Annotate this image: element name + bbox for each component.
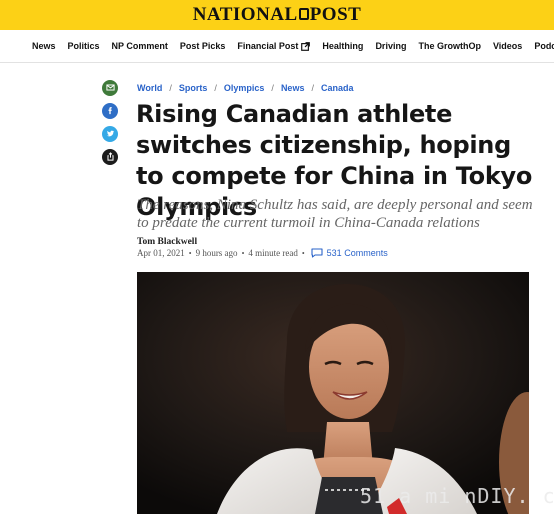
author-name[interactable]: Tom Blackwell (137, 237, 197, 247)
nav-item-financial-post-label: Financial Post (237, 41, 299, 51)
nav-item-np-comment[interactable]: NP Comment (112, 41, 168, 51)
comment-icon (311, 248, 323, 258)
comments-count: 531 Comments (326, 248, 388, 258)
email-share-button[interactable] (102, 80, 118, 96)
breadcrumb-canada[interactable]: Canada (321, 83, 354, 93)
meta-separator: • (188, 248, 192, 258)
article-meta: Apr 01, 2021 • 9 hours ago • 4 minute re… (137, 248, 388, 258)
share-more-button[interactable] (102, 149, 118, 165)
main-navigation: News Politics NP Comment Post Picks Fina… (0, 30, 554, 63)
breadcrumb-separator: / (169, 83, 172, 93)
publish-date: Apr 01, 2021 (137, 248, 185, 258)
email-icon (105, 79, 115, 97)
nav-item-healthing[interactable]: Healthing (322, 41, 363, 51)
share-bar (102, 80, 118, 172)
logo-text-national: NATIONAL (192, 4, 298, 25)
nav-item-financial-post[interactable]: Financial Post (237, 41, 311, 51)
watermark-text: 51 a mi nDIY. co (360, 484, 554, 508)
facebook-icon (106, 102, 115, 120)
nav-item-news[interactable]: News (32, 41, 56, 51)
publish-age: 9 hours ago (195, 248, 238, 258)
meta-separator: • (241, 248, 245, 258)
logo-mark-icon (298, 8, 309, 20)
breadcrumb-separator: / (311, 83, 314, 93)
breadcrumb-world[interactable]: World (137, 83, 162, 93)
nav-item-driving[interactable]: Driving (375, 41, 406, 51)
breadcrumb-separator: / (214, 83, 217, 93)
breadcrumb: World / Sports / Olympics / News / Canad… (137, 83, 353, 93)
comments-link[interactable]: 531 Comments (311, 248, 388, 258)
share-more-icon (106, 148, 115, 166)
read-time: 4 minute read (248, 248, 298, 258)
twitter-share-button[interactable] (102, 126, 118, 142)
nav-item-videos[interactable]: Videos (493, 41, 522, 51)
article-subheadline: The reasons, Nina Schultz has said, are … (137, 197, 533, 231)
breadcrumb-news[interactable]: News (281, 83, 305, 93)
logo-text-post: POST (309, 4, 362, 25)
hero-photo-illustration (137, 272, 529, 514)
external-link-icon (301, 41, 311, 51)
site-header: NATIONAL POST (0, 0, 554, 30)
nav-item-politics[interactable]: Politics (68, 41, 100, 51)
nav-item-post-picks[interactable]: Post Picks (180, 41, 226, 51)
meta-separator: • (301, 248, 305, 258)
breadcrumb-sports[interactable]: Sports (179, 83, 208, 93)
national-post-logo[interactable]: NATIONAL POST (193, 4, 362, 26)
nav-item-podcasts[interactable]: Podcasts (534, 41, 554, 51)
nav-item-the-growthop[interactable]: The GrowthOp (418, 41, 481, 51)
breadcrumb-separator: / (271, 83, 274, 93)
twitter-icon (106, 125, 115, 143)
article-hero-image (137, 272, 529, 514)
breadcrumb-olympics[interactable]: Olympics (224, 83, 265, 93)
facebook-share-button[interactable] (102, 103, 118, 119)
